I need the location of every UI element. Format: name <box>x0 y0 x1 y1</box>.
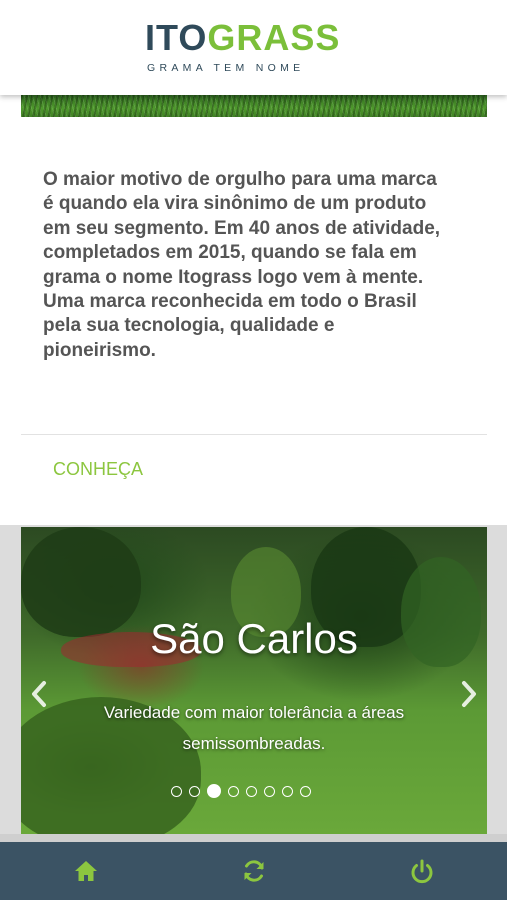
logo-wordmark-grass: GRASS <box>207 17 341 58</box>
chevron-right-icon <box>462 681 476 707</box>
logo-wordmark-ito: ITO <box>145 17 208 58</box>
home-button[interactable] <box>71 856 101 886</box>
next-slide-button[interactable] <box>455 677 481 711</box>
logo-wordmark: ITOGRASS <box>145 18 363 58</box>
logo-tagline: GRAMA TEM NOME <box>147 62 305 74</box>
slide-title: São Carlos <box>150 615 358 662</box>
carousel-dot[interactable] <box>300 785 311 797</box>
carousel-indicators <box>171 783 341 799</box>
refresh-icon <box>244 860 264 882</box>
chevron-left-icon <box>32 681 46 707</box>
itograss-logo[interactable]: ITOGRASS GRAMA TEM NOME <box>145 18 363 78</box>
slide-caption: Variedade com maior tolerância a áreas s… <box>103 703 405 753</box>
power-icon <box>411 859 433 884</box>
grass-banner-image <box>21 95 487 117</box>
product-carousel[interactable]: São Carlos Variedade com maior tolerânci… <box>21 527 487 834</box>
carousel-dot[interactable] <box>228 785 239 797</box>
about-text: O maior motivo de orgulho para uma marca… <box>43 169 441 361</box>
carousel-dot[interactable] <box>207 784 221 798</box>
power-button[interactable] <box>407 856 437 886</box>
about-card: O maior motivo de orgulho para uma marca… <box>0 95 507 525</box>
app-header: ITOGRASS GRAMA TEM NOME <box>0 0 507 95</box>
refresh-button[interactable] <box>239 856 269 886</box>
home-icon <box>75 861 97 881</box>
page-background-band <box>0 834 507 842</box>
carousel-dot[interactable] <box>264 785 275 797</box>
carousel-dot[interactable] <box>189 785 200 797</box>
bottom-nav-bar <box>0 842 507 900</box>
carousel-dot[interactable] <box>246 785 257 797</box>
carousel-dot[interactable] <box>282 785 293 797</box>
card-divider <box>21 434 487 435</box>
carousel-dot[interactable] <box>171 785 182 797</box>
previous-slide-button[interactable] <box>27 677 53 711</box>
conheca-link[interactable]: CONHEÇA <box>53 459 143 480</box>
